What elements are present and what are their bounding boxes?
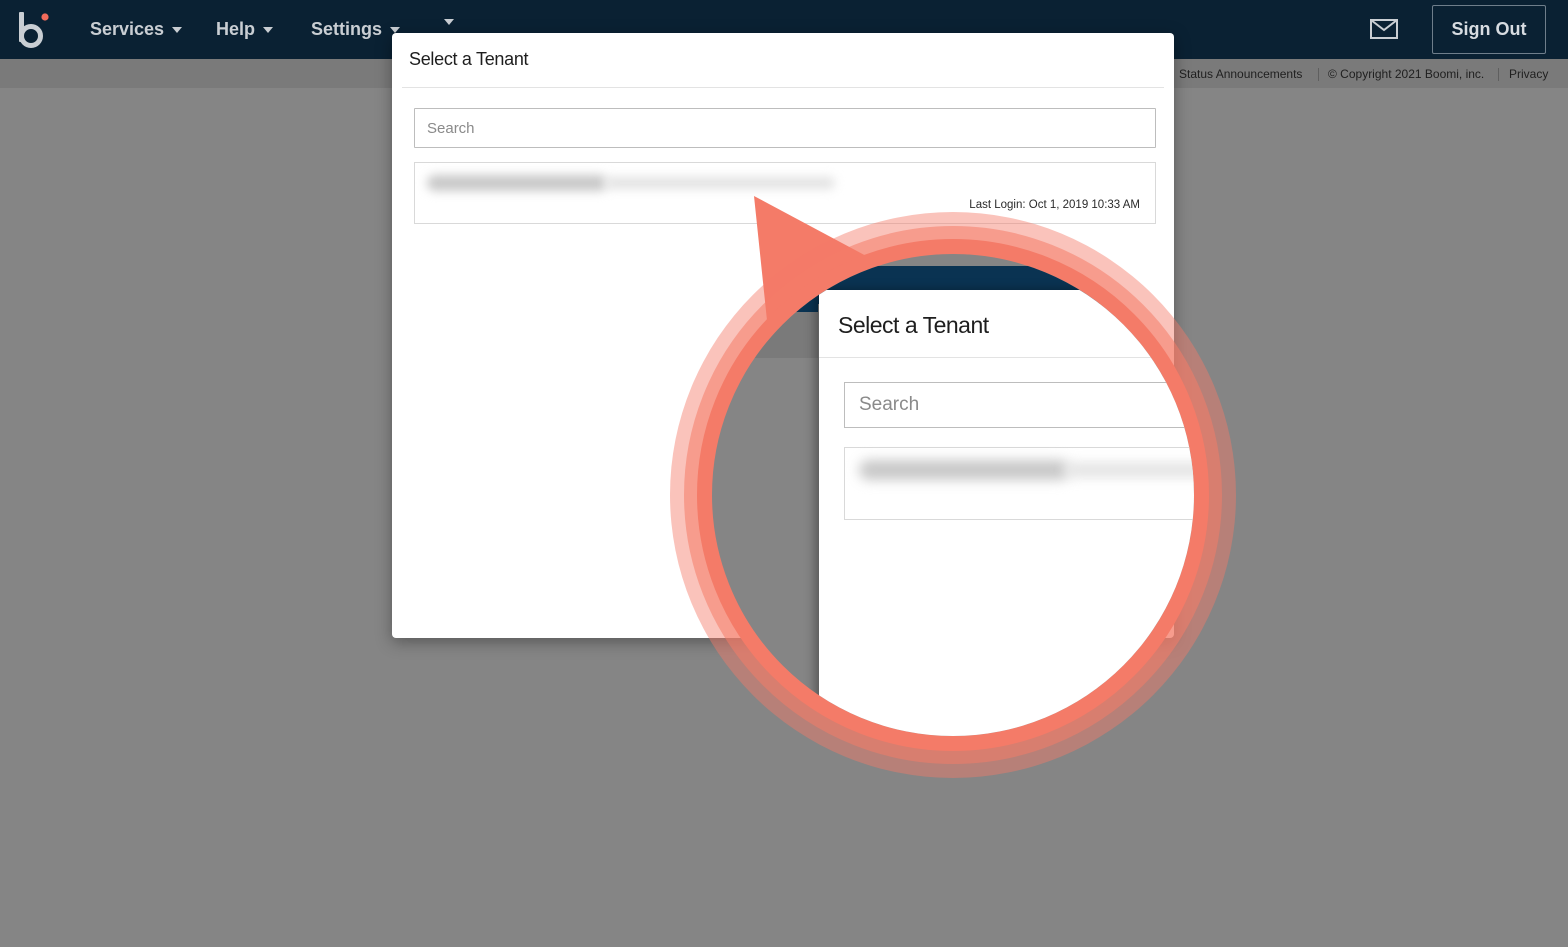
caret-down-icon xyxy=(444,19,454,25)
nav-help-menu[interactable]: Help xyxy=(216,19,274,40)
caret-down-icon xyxy=(390,26,401,33)
nav-services-label: Services xyxy=(90,19,165,39)
status-announcements-link[interactable]: Status Announcements xyxy=(1179,67,1302,81)
boomi-logo-icon[interactable] xyxy=(16,10,52,50)
privacy-link[interactable]: Privacy xyxy=(1509,67,1548,81)
divider xyxy=(1318,68,1319,81)
nav-account-menu[interactable] xyxy=(436,19,454,25)
zoomed-divider xyxy=(819,357,1194,358)
last-login-text: Last Login: Oct 1, 2019 10:33 AM xyxy=(969,199,1140,211)
nav-settings-label: Settings xyxy=(311,19,383,39)
zoomed-dialog: Select a Tenant Search xyxy=(819,290,1194,736)
divider xyxy=(1498,68,1499,81)
caret-down-icon xyxy=(263,26,274,33)
zoomed-secondary-bar xyxy=(712,312,818,358)
copyright-text: © Copyright 2021 Boomi, inc. xyxy=(1328,67,1485,81)
magnifier-content: Select a Tenant Search xyxy=(712,254,1194,736)
nav-services-menu[interactable]: Services xyxy=(90,19,183,40)
nav-help-label: Help xyxy=(216,19,256,39)
nav-settings-menu[interactable]: Settings xyxy=(311,19,401,40)
redacted-tenant-id xyxy=(1065,463,1194,477)
tenant-list-item[interactable]: Last Login: Oct 1, 2019 10:33 AM xyxy=(414,162,1156,224)
zoomed-search-placeholder: Search xyxy=(859,394,920,415)
redacted-tenant-name xyxy=(859,460,1069,480)
redacted-tenant-name xyxy=(427,175,607,191)
caret-down-icon xyxy=(172,26,183,33)
mail-icon[interactable] xyxy=(1370,19,1398,39)
magnifier-lens: Select a Tenant Search xyxy=(697,239,1209,751)
sign-out-button[interactable]: Sign Out xyxy=(1432,5,1546,54)
redacted-tenant-id xyxy=(605,177,835,189)
zoomed-search-input: Search xyxy=(844,382,1194,428)
zoomed-nav-bar xyxy=(712,254,818,312)
zoomed-dialog-title: Select a Tenant xyxy=(838,312,989,338)
tenant-search-input[interactable] xyxy=(414,108,1156,148)
dialog-divider xyxy=(402,87,1164,88)
zoomed-tenant-list-item xyxy=(844,447,1194,520)
dialog-title: Select a Tenant xyxy=(409,49,529,69)
